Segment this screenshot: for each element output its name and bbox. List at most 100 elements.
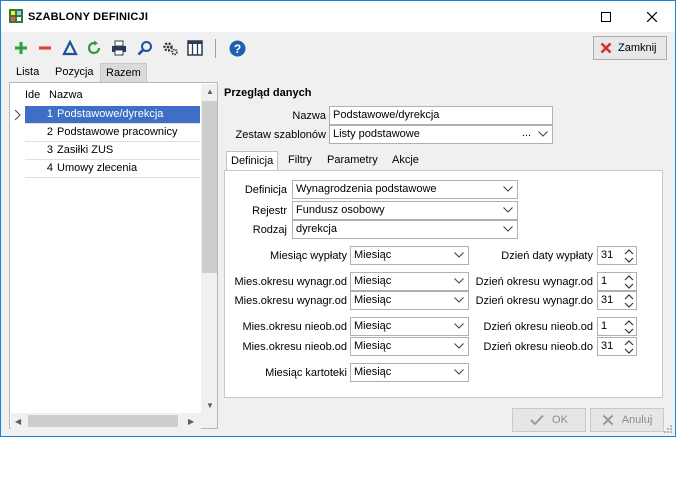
- register-select[interactable]: Fundusz osobowy: [292, 201, 518, 220]
- salary-period-day-from-stepper[interactable]: 1: [597, 272, 637, 291]
- resize-grip-icon[interactable]: [663, 424, 673, 434]
- chevron-down-icon[interactable]: [538, 130, 548, 138]
- refresh-button[interactable]: [85, 39, 103, 57]
- chevron-down-icon[interactable]: [503, 206, 513, 214]
- payment-month-label: Miesiąc wypłaty: [269, 250, 347, 262]
- absence-period-day-to-stepper[interactable]: 31: [597, 337, 637, 356]
- salary-period-day-from-value: 1: [601, 275, 608, 287]
- tab-lista[interactable]: Lista: [11, 63, 44, 82]
- toolbar-separator: [215, 39, 216, 58]
- search-icon: [137, 41, 152, 56]
- payment-day-value: 31: [601, 249, 614, 261]
- definition-label: Definicja: [244, 184, 287, 196]
- payment-month-value: Miesiąc: [354, 249, 392, 261]
- list-item-name: Zasiłki ZUS: [57, 144, 114, 156]
- template-set-select[interactable]: Listy podstawowe ...: [329, 125, 553, 144]
- tab-parametry[interactable]: Parametry: [323, 151, 382, 171]
- absence-period-month-from-select[interactable]: Miesiąc: [350, 317, 469, 336]
- title-bar: SZABLONY DEFINICJI: [1, 1, 675, 32]
- print-button[interactable]: [110, 39, 128, 57]
- ok-button[interactable]: OK: [512, 408, 586, 432]
- spin-up-icon[interactable]: [624, 293, 634, 301]
- spin-up-icon[interactable]: [624, 248, 634, 256]
- list-item-name: Podstawowe pracownicy: [57, 126, 178, 138]
- payment-month-select[interactable]: Miesiąc: [350, 246, 469, 265]
- tab-definicja[interactable]: Definicja: [226, 151, 279, 171]
- chevron-down-icon[interactable]: [454, 342, 464, 350]
- list-item[interactable]: 2 Podstawowe pracownicy: [25, 124, 200, 142]
- absence-period-day-from-stepper[interactable]: 1: [597, 317, 637, 336]
- remove-button[interactable]: [36, 39, 54, 57]
- chevron-down-icon[interactable]: [454, 296, 464, 304]
- template-set-value: Listy podstawowe: [333, 128, 420, 140]
- scroll-down-icon[interactable]: ▼: [206, 401, 214, 410]
- scroll-left-icon[interactable]: ◀: [15, 417, 21, 426]
- svg-text:?: ?: [233, 41, 240, 55]
- spin-down-icon[interactable]: [624, 282, 634, 290]
- close-icon: [602, 414, 613, 426]
- add-icon: [15, 42, 27, 54]
- spin-down-icon[interactable]: [624, 327, 634, 335]
- app-icon: [9, 9, 23, 23]
- column-header-name[interactable]: Nazwa: [49, 89, 83, 101]
- kind-select[interactable]: dyrekcja: [292, 220, 518, 239]
- columns-button[interactable]: [186, 39, 204, 57]
- chevron-down-icon[interactable]: [454, 368, 464, 376]
- absence-period-month-to-select[interactable]: Miesiąc: [350, 337, 469, 356]
- settings-button[interactable]: [161, 39, 179, 57]
- definition-select[interactable]: Wynagrodzenia podstawowe: [292, 180, 518, 199]
- filter-icon: [62, 40, 78, 56]
- help-button[interactable]: ?: [228, 39, 246, 57]
- spin-down-icon[interactable]: [624, 256, 634, 264]
- template-set-browse-button[interactable]: ...: [522, 125, 531, 142]
- name-input[interactable]: Podstawowe/dyrekcja: [329, 106, 553, 125]
- spin-up-icon[interactable]: [624, 339, 634, 347]
- horizontal-scroll-thumb[interactable]: [28, 415, 178, 427]
- close-icon: [647, 11, 657, 22]
- chevron-down-icon[interactable]: [454, 277, 464, 285]
- tab-pozycja[interactable]: Pozycja: [50, 63, 99, 82]
- scroll-up-icon[interactable]: ▲: [206, 87, 214, 96]
- chevron-down-icon[interactable]: [503, 225, 513, 233]
- template-set-label: Zestaw szablonów: [235, 129, 327, 141]
- tab-filtry[interactable]: Filtry: [284, 151, 316, 171]
- checkmark-icon: [530, 414, 544, 426]
- tab-akcje[interactable]: Akcje: [388, 151, 423, 171]
- spin-up-icon[interactable]: [624, 319, 634, 327]
- salary-period-month-to-label: Mies.okresu wynagr.od: [234, 295, 348, 307]
- salary-period-day-to-stepper[interactable]: 31: [597, 291, 637, 310]
- close-button[interactable]: Zamknij: [593, 36, 667, 60]
- chevron-down-icon[interactable]: [503, 185, 513, 193]
- cancel-button-label: Anuluj: [621, 414, 653, 426]
- spin-up-icon[interactable]: [624, 274, 634, 282]
- definition-value: Wynagrodzenia podstawowe: [296, 183, 437, 195]
- salary-period-month-from-select[interactable]: Miesiąc: [350, 272, 469, 291]
- template-list: Ide Nazwa 1 Podstawowe/dyrekcja 2 Podsta…: [9, 82, 218, 429]
- chevron-down-icon[interactable]: [454, 322, 464, 330]
- column-header-id[interactable]: Ide: [25, 89, 40, 101]
- maximize-button[interactable]: [583, 1, 629, 32]
- list-item[interactable]: 1 Podstawowe/dyrekcja: [25, 106, 200, 124]
- chevron-down-icon[interactable]: [454, 251, 464, 259]
- file-month-value: Miesiąc: [354, 366, 392, 378]
- payment-day-stepper[interactable]: 31: [597, 246, 637, 265]
- scroll-right-icon[interactable]: ▶: [188, 417, 194, 426]
- spin-down-icon[interactable]: [624, 301, 634, 309]
- vertical-scroll-thumb[interactable]: [202, 101, 217, 273]
- absence-period-day-from-label: Dzień okresu nieob.od: [483, 321, 593, 333]
- absence-period-month-to-label: Mies.okresu nieob.od: [242, 341, 347, 353]
- close-window-button[interactable]: [629, 1, 675, 32]
- tab-razem[interactable]: Razem: [100, 63, 147, 82]
- add-button[interactable]: [12, 39, 30, 57]
- search-button[interactable]: [136, 39, 154, 57]
- list-item[interactable]: 4 Umowy zlecenia: [25, 160, 200, 178]
- file-month-select[interactable]: Miesiąc: [350, 363, 469, 382]
- toolbar: ?: [1, 32, 675, 64]
- filter-button[interactable]: [61, 39, 79, 57]
- spin-down-icon[interactable]: [624, 347, 634, 355]
- cancel-button[interactable]: Anuluj: [590, 408, 664, 432]
- print-icon: [112, 40, 126, 56]
- list-item[interactable]: 3 Zasiłki ZUS: [25, 142, 200, 160]
- list-item-name: Umowy zlecenia: [57, 162, 138, 174]
- salary-period-month-to-select[interactable]: Miesiąc: [350, 291, 469, 310]
